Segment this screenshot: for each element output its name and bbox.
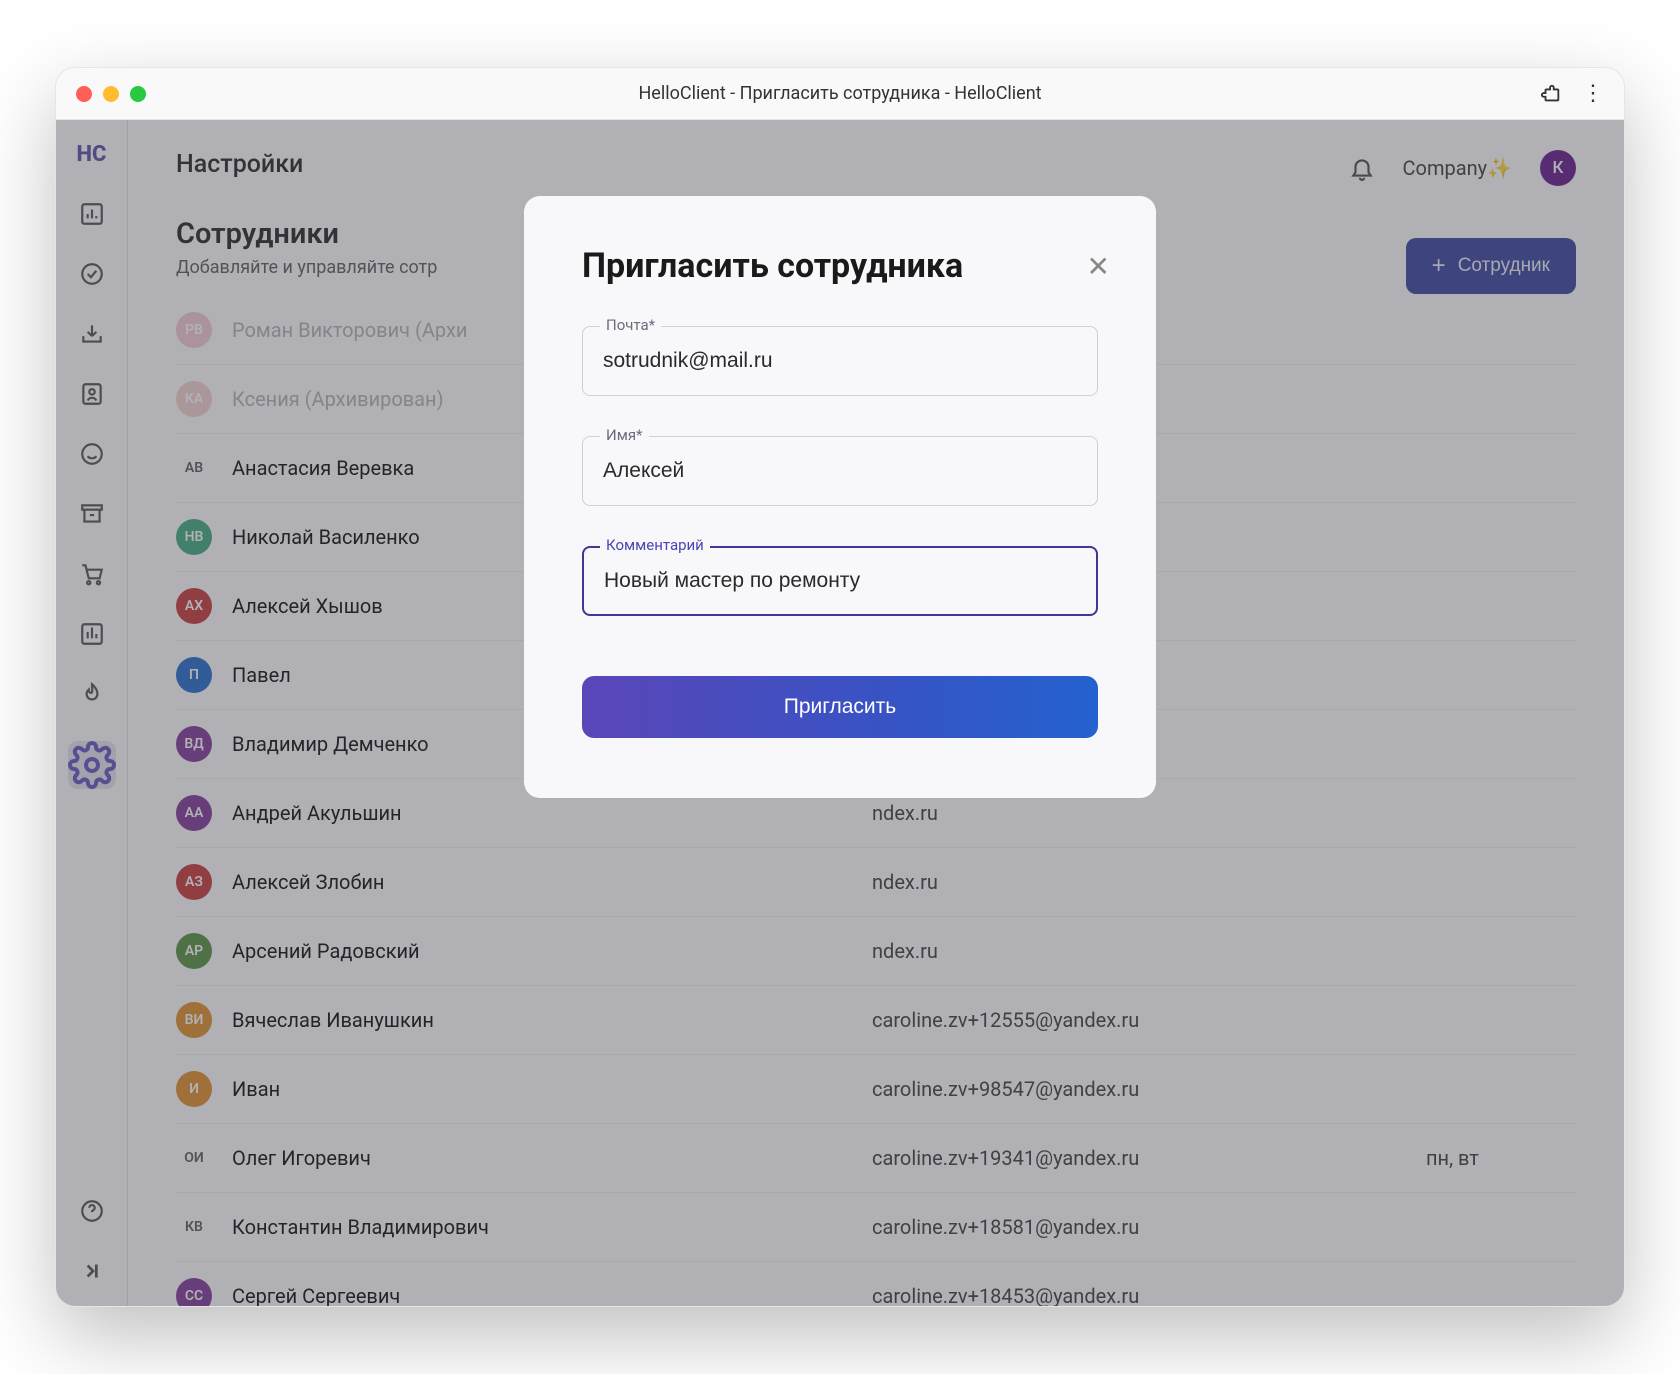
- titlebar-right: ⋮: [1540, 81, 1604, 106]
- email-label: Почта*: [600, 316, 661, 334]
- app-body: HC Company✨ К Настройки Сотрудники: [56, 120, 1624, 1306]
- titlebar: HelloClient - Пригласить сотрудника - He…: [56, 68, 1624, 120]
- window-title: HelloClient - Пригласить сотрудника - He…: [56, 83, 1624, 104]
- extensions-icon[interactable]: [1540, 83, 1562, 105]
- comment-field-wrapper: Комментарий: [582, 546, 1098, 616]
- minimize-window-button[interactable]: [103, 86, 119, 102]
- comment-input[interactable]: [582, 546, 1098, 616]
- app-window: HelloClient - Пригласить сотрудника - He…: [55, 67, 1625, 1307]
- maximize-window-button[interactable]: [130, 86, 146, 102]
- invite-modal: Пригласить сотрудника ✕ Почта* Имя* Комм…: [524, 196, 1156, 798]
- comment-label: Комментарий: [600, 536, 710, 554]
- close-window-button[interactable]: [76, 86, 92, 102]
- name-field-wrapper: Имя*: [582, 436, 1098, 506]
- name-input[interactable]: [582, 436, 1098, 506]
- name-label: Имя*: [600, 426, 649, 444]
- invite-button[interactable]: Пригласить: [582, 676, 1098, 738]
- email-field-wrapper: Почта*: [582, 326, 1098, 396]
- close-icon[interactable]: ✕: [1087, 250, 1110, 283]
- email-input[interactable]: [582, 326, 1098, 396]
- modal-overlay[interactable]: Пригласить сотрудника ✕ Почта* Имя* Комм…: [56, 120, 1624, 1306]
- traffic-lights: [76, 86, 146, 102]
- modal-title: Пригласить сотрудника: [582, 246, 1098, 286]
- more-icon[interactable]: ⋮: [1582, 81, 1604, 106]
